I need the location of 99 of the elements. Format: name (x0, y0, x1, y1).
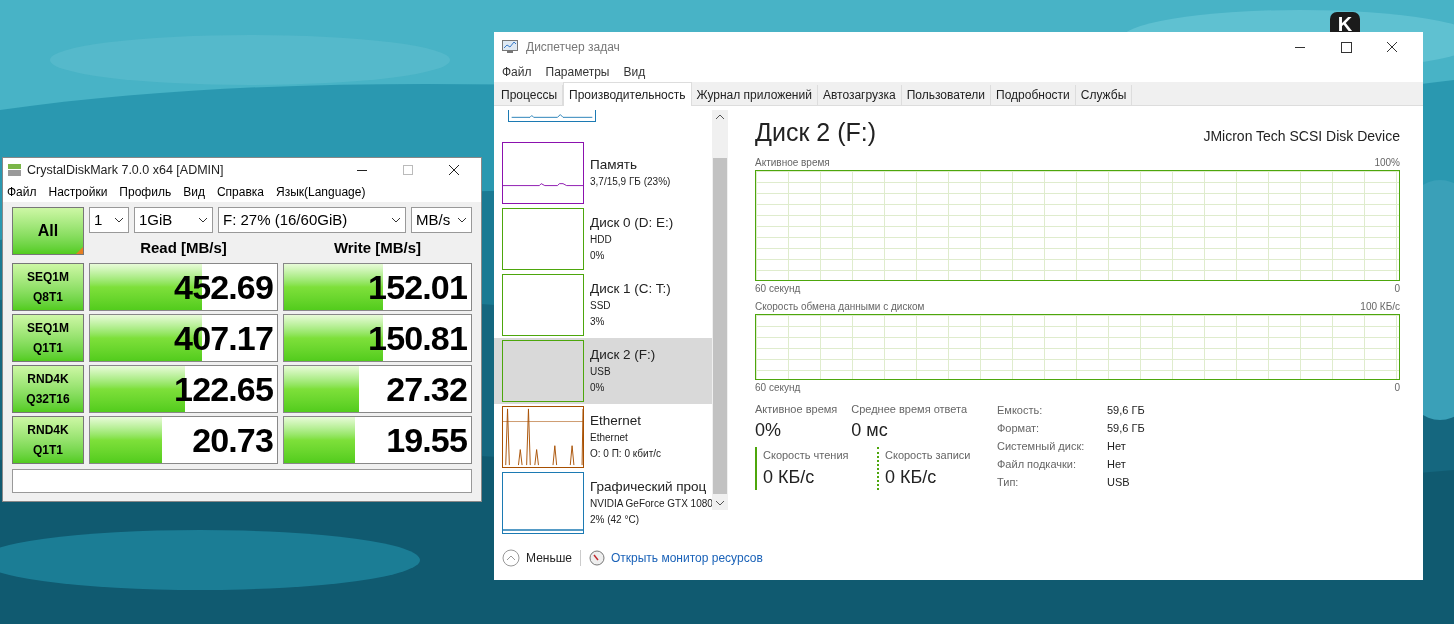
chevron-down-icon (457, 217, 467, 223)
item-name: Диск 0 (D: E:) (590, 214, 674, 232)
column-header: Write [MB/s] (332, 238, 423, 258)
item-detail: 3,7/15,9 ГБ (23%) (590, 175, 671, 189)
close-icon (1387, 42, 1397, 52)
performance-item[interactable]: Память 3,7/15,9 ГБ (23%) (494, 140, 712, 206)
speed-value: 0 КБ/с (763, 465, 816, 489)
menu-item[interactable]: Параметры (545, 63, 610, 81)
stat-value: 0 мс (851, 419, 889, 442)
property-label: Емкость: (997, 402, 1044, 418)
chevron-down-icon (715, 500, 725, 506)
result-value: 27.32 (386, 371, 467, 406)
dropdown[interactable]: 1GiB (134, 207, 213, 233)
property-label: Тип: (997, 474, 1020, 490)
item-name: Диск 1 (C: T:) (590, 280, 671, 298)
test-label: SEQ1M Q1T1 (12, 313, 84, 362)
item-detail: SSD (590, 299, 612, 313)
property-value: Нет (1107, 438, 1127, 454)
item-detail: 2% (42 °C) (590, 513, 640, 527)
minimize-icon (357, 169, 367, 171)
graph-max: 100 КБ/с (1360, 299, 1400, 314)
column-header: Read [MB/s] (139, 238, 228, 258)
performance-item[interactable]: Диск 1 (C: T:) SSD 3% (494, 272, 712, 338)
graph-min: 0 (1394, 380, 1400, 395)
item-name: Диск 2 (F:) (590, 346, 656, 364)
item-detail: О: 0 П: 0 кбит/с (590, 447, 662, 461)
item-detail: 0% (590, 381, 606, 395)
chevron-up-icon (715, 114, 725, 120)
menu-item[interactable]: Файл (502, 63, 532, 81)
item-detail: HDD (590, 233, 613, 247)
maximize-icon (403, 165, 413, 175)
performance-item[interactable]: Графический проц NVIDIA GeForce GTX 1080 2% (42 °C) (494, 470, 712, 536)
graph-span: 60 секунд (755, 380, 801, 395)
property-value: USB (1107, 474, 1131, 490)
device-name: JMicron Tech SCSI Disk Device (1203, 127, 1400, 146)
graph-span: 60 секунд (755, 281, 801, 296)
window-title: Диспетчер задач (526, 39, 620, 56)
item-detail: Ethernet (590, 431, 629, 445)
test-label: RND4K Q32T16 (12, 364, 84, 413)
chevron-down-icon (391, 217, 401, 223)
item-detail: 3% (590, 315, 606, 329)
performance-item[interactable]: Диск 0 (D: E:) HDD 0% (494, 206, 712, 272)
fewer-details-button[interactable]: Меньше (526, 549, 572, 567)
dropdown[interactable]: MB/s (411, 207, 472, 233)
menu-item[interactable]: Справка (216, 183, 264, 201)
item-name: Графический проц (590, 478, 708, 496)
maximize-icon (1340, 41, 1352, 53)
item-name: Память (590, 156, 639, 174)
monitor-icon (502, 40, 518, 54)
property-label: Системный диск: (997, 438, 1086, 454)
gauge-icon (589, 550, 605, 566)
resource-monitor-link[interactable]: Открыть монитор ресурсов (611, 549, 763, 567)
disk-title: Диск 2 (F:) (755, 117, 876, 148)
item-detail: USB (590, 365, 612, 379)
dropdown[interactable]: 1 (89, 207, 129, 233)
tab[interactable]: Производительность (563, 82, 692, 106)
performance-item[interactable]: Ethernet Ethernet О: 0 П: 0 кбит/с (494, 404, 712, 470)
app-badge[interactable]: K (1330, 12, 1360, 32)
comment-field[interactable] (12, 468, 472, 493)
performance-item[interactable]: Диск 2 (F:) USB 0% (494, 338, 712, 404)
property-value: 59,6 ГБ (1107, 402, 1145, 418)
menu-item[interactable]: Язык(Language) (275, 183, 366, 201)
item-detail: NVIDIA GeForce GTX 1080 (590, 497, 713, 511)
all-button[interactable]: All (12, 207, 84, 255)
test-label: RND4K Q1T1 (12, 415, 84, 464)
property-label: Файл подкачки: (997, 456, 1078, 472)
minimize-icon (1295, 46, 1305, 48)
graph-label: Активное время (755, 155, 830, 170)
property-label: Формат: (997, 420, 1041, 436)
chevron-down-icon (198, 217, 208, 223)
result-value: 20.73 (192, 422, 273, 457)
stat-label: Среднее время ответа (851, 401, 968, 417)
chevron-up-circle-icon (502, 549, 520, 567)
menu-item[interactable]: Настройки (48, 183, 108, 201)
menu-item[interactable]: Профиль (119, 183, 172, 201)
window-title: CrystalDiskMark 7.0.0 x64 [ADMIN] (27, 161, 224, 179)
menu-item[interactable]: Вид (623, 63, 646, 81)
chevron-down-icon (114, 217, 124, 223)
graph-label: Скорость обмена данными с диском (755, 299, 925, 314)
menu-item[interactable]: Файл (7, 183, 37, 201)
corner-mark-icon (76, 247, 83, 254)
graph-max: 100% (1374, 155, 1400, 170)
property-value: Нет (1107, 456, 1127, 472)
item-name: Ethernet (590, 412, 643, 430)
speed-value: 0 КБ/с (885, 465, 938, 489)
stat-value: 0% (755, 419, 782, 442)
graph-min: 0 (1394, 281, 1400, 296)
stat-label: Активное время (755, 401, 838, 417)
close-icon (449, 165, 459, 175)
speed-label: Скорость чтения (763, 448, 850, 463)
scrollbar-thumb[interactable] (713, 158, 727, 494)
speed-label: Скорость записи (885, 448, 972, 463)
item-detail: 0% (590, 249, 606, 263)
result-value: 19.55 (386, 422, 467, 457)
test-label: SEQ1M Q8T1 (12, 262, 84, 311)
dropdown[interactable]: F: 27% (16/60GiB) (218, 207, 406, 233)
menu-item[interactable]: Вид (183, 183, 205, 201)
property-value: 59,6 ГБ (1107, 420, 1145, 436)
disk-icon (7, 162, 23, 178)
